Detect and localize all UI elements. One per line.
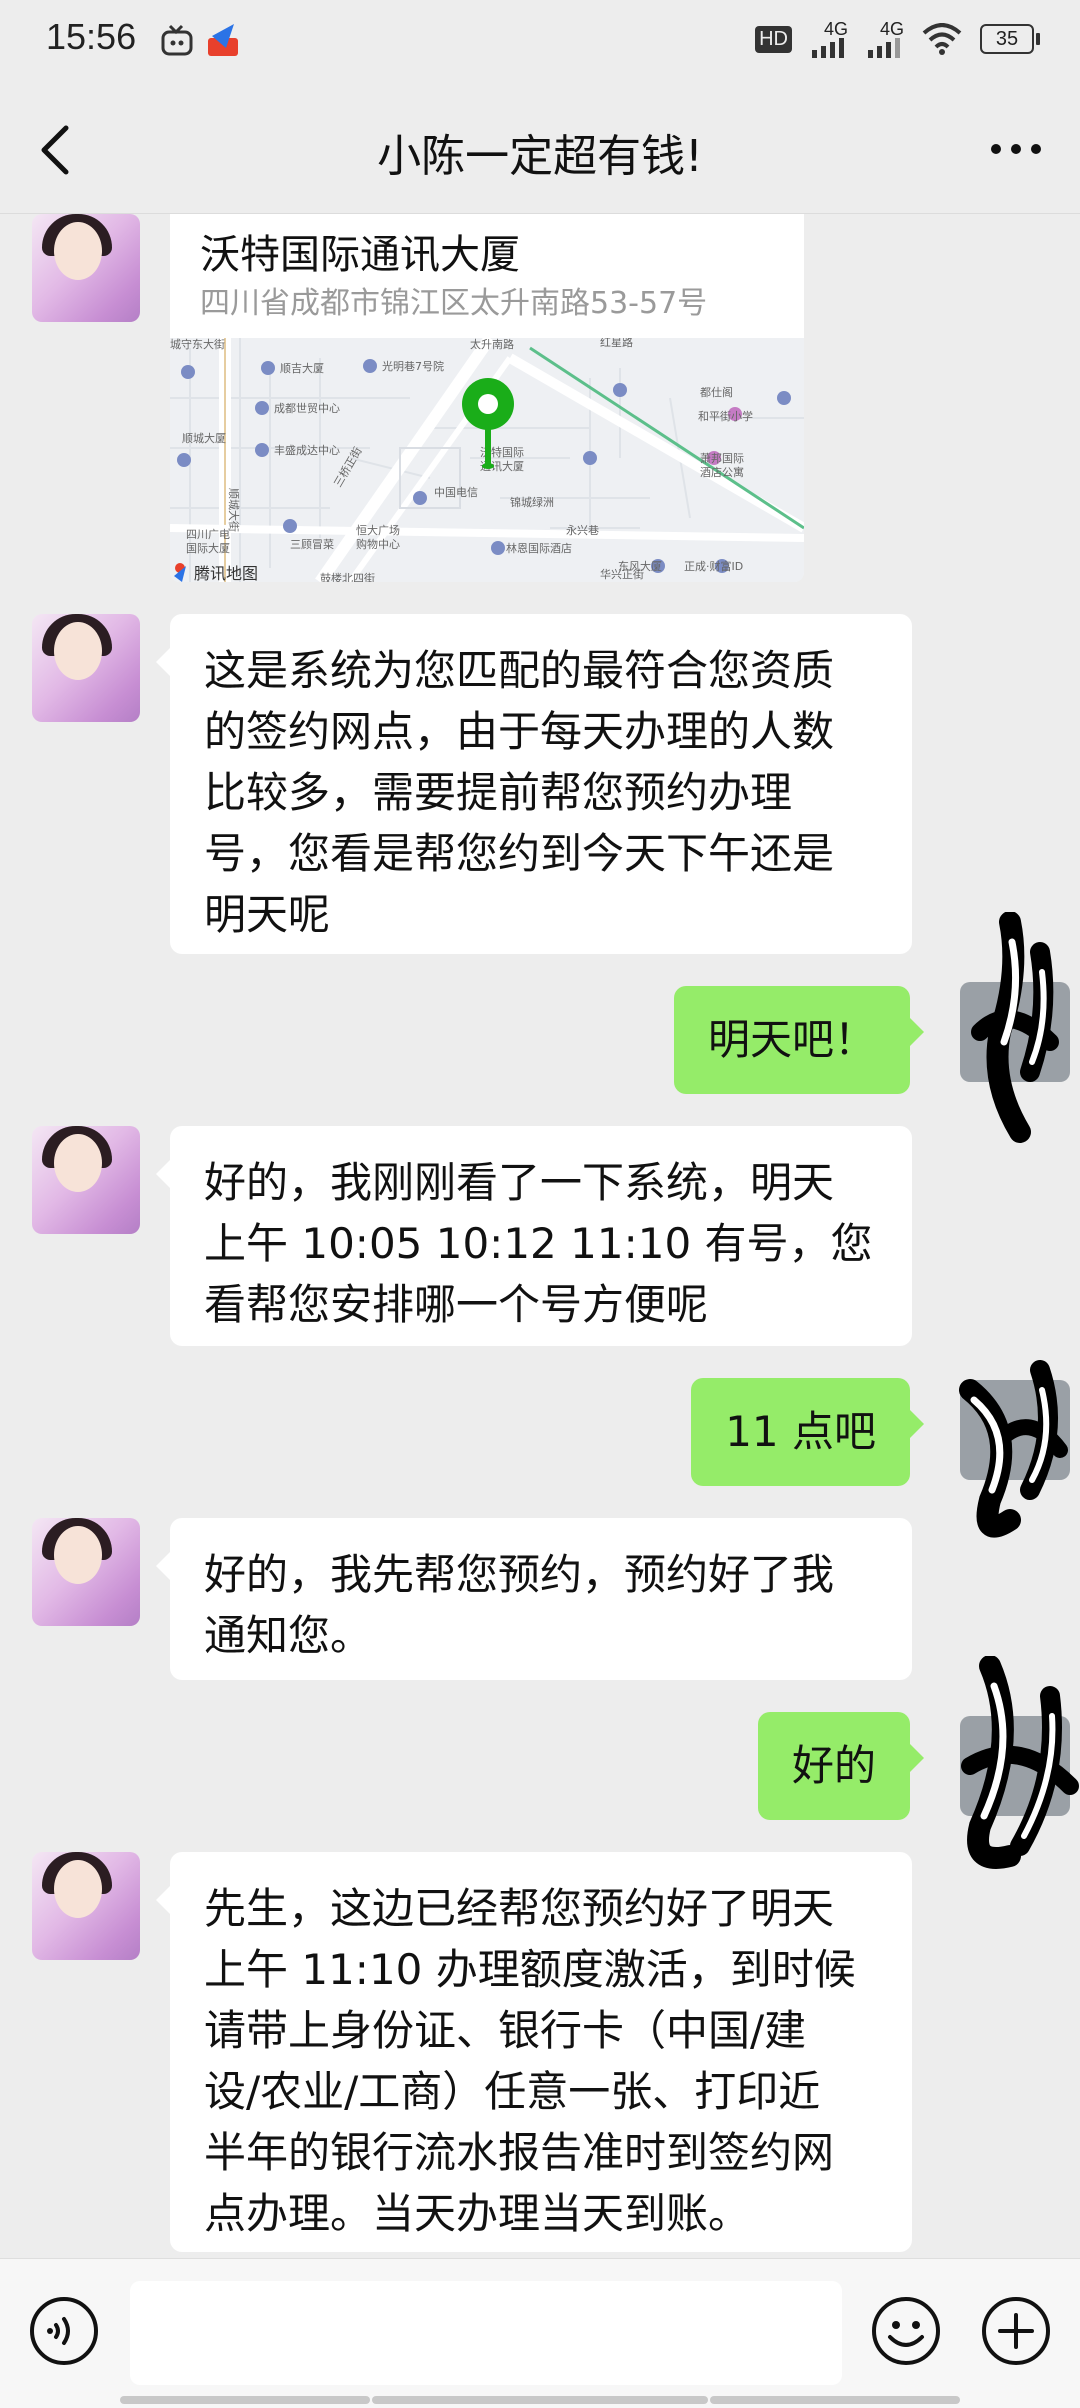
message-line: 看帮您安排哪一个号方便呢 [204,1280,709,1329]
message-line: 明天呢 [204,890,331,939]
map-watermark: 腾讯地图 [194,564,259,582]
message-bubble-received[interactable]: 好的，我刚刚看了一下系统，明天 上午 10:05 10:12 11:10 有号，… [156,1126,912,1346]
message-line: 这是系统为您匹配的最符合您资质 [204,646,835,695]
message-line: 通知您。 [204,1611,373,1660]
message-bubble-received[interactable]: 这是系统为您匹配的最符合您资质 的签约网点，由于每天办理的人数 比较多，需要提前… [156,614,912,954]
message-line: 号，您看是帮您约到今天下午还是 [204,829,835,878]
message-line: 比较多，需要提前帮您预约办理 [204,768,793,817]
message-line: 先生，这边已经帮您预约好了明天 [204,1884,835,1933]
redacted-avatar-scribble [960,1656,1079,1869]
redacted-avatar-scribble [960,912,1070,1143]
map-app-icon [208,24,238,56]
signal-1-icon: 4G [810,20,848,58]
contact-avatar[interactable] [32,614,140,722]
svg-text:成都世贸中心: 成都世贸中心 [274,402,340,415]
message-line: 好的，我先帮您预约，预约好了我 [204,1550,835,1599]
svg-text:和平街小学: 和平街小学 [698,409,753,423]
svg-text:四川广电: 四川广电 [186,528,230,541]
location-address: 四川省成都市锦江区太升南路53-57号 [200,286,708,321]
chat-title: 小陈一定超有钱! [377,131,703,182]
contact-avatar[interactable] [32,1126,140,1234]
message-text: 11 点吧 [725,1407,876,1456]
message-line: 请带上身份证、银行卡（中国/建 [204,2006,807,2055]
message-text: 好的 [791,1741,876,1790]
hd-badge: HD [755,25,792,53]
svg-text:光明巷7号院: 光明巷7号院 [382,359,444,373]
location-map[interactable]: 太升南路 顺吉大厦 光明巷7号院 成都世贸中心 丰盛成达中心 顺城大厦 沃特国际… [170,338,804,582]
svg-text:鼓楼北四街: 鼓楼北四街 [320,571,375,582]
svg-text:华兴正街: 华兴正街 [600,567,644,581]
svg-text:丰盛成达中心: 丰盛成达中心 [274,443,340,457]
location-card[interactable]: 沃特国际通讯大厦 四川省成都市锦江区太升南路53-57号 太升南路 顺吉大厦 光… [170,214,804,582]
svg-text:酒店公寓: 酒店公寓 [700,465,744,479]
svg-text:恒大广场: 恒大广场 [356,523,400,537]
battery-icon: 35 [980,24,1040,54]
wifi-icon [922,23,962,55]
chat-header: 小陈一定超有钱! [0,84,1080,214]
message-line: 好的，我刚刚看了一下系统，明天 [204,1158,835,1207]
voice-input-icon[interactable] [28,2295,100,2367]
message-text: 明天吧！ [707,1015,876,1064]
svg-text:顺吉大厦: 顺吉大厦 [280,361,324,375]
status-time: 15:56 [46,16,137,57]
svg-text:购物中心: 购物中心 [356,537,400,551]
svg-text:都仕阁: 都仕阁 [700,385,733,399]
svg-text:国际大厦: 国际大厦 [186,541,230,555]
gesture-bar [710,2396,960,2404]
message-bubble-received[interactable]: 先生，这边已经帮您预约好了明天 上午 11:10 办理额度激活，到时候 请带上身… [156,1852,912,2252]
svg-text:中国电信: 中国电信 [434,486,478,499]
message-bubble-sent[interactable]: 11 点吧 [691,1378,924,1486]
status-bar: 15:56 HD 4G 4G 35 [0,0,1080,84]
svg-text:永兴巷: 永兴巷 [566,523,599,537]
message-line: 半年的银行流水报告准时到签约网 [204,2128,835,2177]
message-bubble-received[interactable]: 好的，我先帮您预约，预约好了我 通知您。 [156,1518,912,1680]
signal-2-icon: 4G [866,20,904,58]
message-line: 上午 10:05 10:12 11:10 有号，您 [204,1219,873,1268]
emoji-icon[interactable] [870,2295,942,2367]
gesture-bar [120,2396,370,2404]
svg-text:萧邦国际: 萧邦国际 [700,452,744,465]
more-functions-icon[interactable] [980,2295,1052,2367]
location-name: 沃特国际通讯大厦 [200,232,520,278]
message-line: 点办理。当天办理当天到账。 [204,2189,751,2238]
message-bubble-sent[interactable]: 明天吧！ [673,986,925,1094]
svg-text:正成·财富ID: 正成·财富ID [684,559,743,573]
svg-text:三顾冒菜: 三顾冒菜 [290,538,334,551]
svg-text:林恩国际酒店: 林恩国际酒店 [506,541,572,555]
chat-input-bar [0,2258,1080,2408]
svg-text:顺城大厦: 顺城大厦 [182,431,226,445]
more-options-icon[interactable] [988,124,1044,174]
redacted-avatar-scribble [959,1360,1070,1538]
contact-avatar[interactable] [32,1518,140,1626]
status-right: HD 4G 4G 35 [755,20,1040,58]
svg-text:顺城大街: 顺城大街 [227,488,241,532]
message-line: 上午 11:10 办理额度激活，到时候 [204,1945,856,1994]
svg-text:太升南路: 太升南路 [470,338,514,351]
tv-app-icon [161,24,193,56]
message-line: 的签约网点，由于每天办理的人数 [204,707,835,756]
contact-avatar[interactable] [32,214,140,322]
contact-avatar[interactable] [32,1852,140,1960]
message-line: 设/农业/工商）任意一张、打印近 [204,2067,821,2116]
message-input[interactable] [130,2281,842,2385]
message-bubble-sent[interactable]: 好的 [757,1712,925,1820]
svg-text:锦城绿洲: 锦城绿洲 [510,495,554,509]
svg-text:城守东大街: 城守东大街 [170,338,225,351]
gesture-bar [372,2396,708,2404]
map-graphic: 太升南路 顺吉大厦 光明巷7号院 成都世贸中心 丰盛成达中心 顺城大厦 沃特国际… [170,338,804,582]
svg-text:红星路: 红星路 [600,338,633,349]
